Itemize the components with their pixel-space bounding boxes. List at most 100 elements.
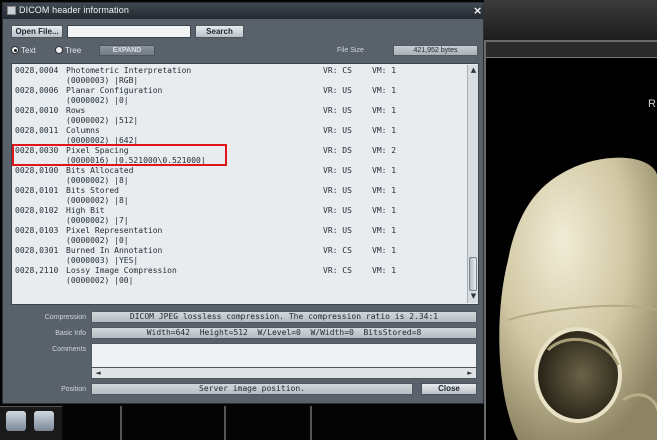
scroll-right-icon[interactable]: ► xyxy=(465,368,475,378)
text-radio-label: Text xyxy=(21,46,36,55)
name-cell: Rows xyxy=(66,106,86,115)
vm-cell: VM: 1 xyxy=(372,266,397,275)
position-label: Position xyxy=(61,386,86,393)
pixel-spacing-highlight-box xyxy=(12,144,227,166)
vr-cell: VR: US xyxy=(323,166,352,175)
name-cell: Photometric Interpretation xyxy=(66,66,192,75)
vr-cell: VR: US xyxy=(323,186,352,195)
header-row[interactable]: 0028,0011 Columns VR: US VM: 1 xyxy=(15,126,467,136)
header-row-value: (0000002) |00| xyxy=(15,276,467,286)
text-radio[interactable] xyxy=(11,46,19,54)
value-cell: (0000002) |512| xyxy=(66,116,139,125)
name-cell: Bits Stored xyxy=(66,186,119,195)
vm-cell: VM: 1 xyxy=(372,246,397,255)
scroll-down-icon[interactable]: ▼ xyxy=(469,292,478,301)
header-row[interactable]: 0028,0103 Pixel Representation VR: US VM: 1 xyxy=(15,226,467,236)
tree-radio-label: Tree xyxy=(65,46,82,55)
tool-icon-2[interactable] xyxy=(34,411,54,431)
header-row[interactable]: 0028,0101 Bits Stored VR: US VM: 1 xyxy=(15,186,467,196)
comments-horizontal-scrollbar[interactable]: ◄ ► xyxy=(91,367,477,379)
tool-icon-1[interactable] xyxy=(6,411,26,431)
vm-cell: VM: 1 xyxy=(372,106,397,115)
file-size-value: 421,952 bytes xyxy=(393,45,478,56)
vr-cell: VR: US xyxy=(323,86,352,95)
vm-cell: VM: 1 xyxy=(372,166,397,175)
header-row-value: (0000002) |512| xyxy=(15,116,467,126)
vr-cell: VR: CS xyxy=(323,266,352,275)
value-cell: (0000002) |7| xyxy=(66,216,129,225)
header-row[interactable]: 0028,0010 Rows VR: US VM: 1 xyxy=(15,106,467,116)
vr-cell: VR: US xyxy=(323,106,352,115)
header-row-value: (0000002) |7| xyxy=(15,216,467,226)
tag-cell: 0028,0100 xyxy=(15,166,59,175)
value-cell: (0000002) |8| xyxy=(66,176,129,185)
tag-cell: 0028,0301 xyxy=(15,246,59,255)
name-cell: Burned In Annotation xyxy=(66,246,163,255)
value-cell: (0000003) |RGB| xyxy=(66,76,139,85)
tag-cell: 0028,0004 xyxy=(15,66,59,75)
header-row[interactable]: 0028,0100 Bits Allocated VR: US VM: 1 xyxy=(15,166,467,176)
vm-cell: VM: 1 xyxy=(372,126,397,135)
close-button[interactable]: Close xyxy=(421,383,477,395)
name-cell: Bits Allocated xyxy=(66,166,134,175)
value-cell: (0000003) |YES| xyxy=(66,256,139,265)
expand-button[interactable]: EXPAND xyxy=(99,45,155,56)
header-rows: 0028,0004 Photometric Interpretation VR: C… xyxy=(15,66,467,286)
name-cell: Lossy Image Compression xyxy=(66,266,177,275)
vertical-scrollbar[interactable]: ▲ ▼ xyxy=(467,65,478,303)
search-button[interactable]: Search xyxy=(195,25,244,38)
vr-cell: VR: US xyxy=(323,126,352,135)
panel-divider xyxy=(120,406,122,440)
tag-cell: 0028,0011 xyxy=(15,126,59,135)
viewer-bottom-toolbar xyxy=(0,406,62,440)
file-size-label: File Size xyxy=(337,47,364,54)
vm-cell: VM: 1 xyxy=(372,86,397,95)
tag-cell: 0028,0102 xyxy=(15,206,59,215)
scroll-up-icon[interactable]: ▲ xyxy=(469,66,478,75)
open-file-button[interactable]: Open File... xyxy=(11,25,63,38)
header-text-list[interactable]: 0028,0004 Photometric Interpretation VR: C… xyxy=(11,63,479,305)
vm-cell: VM: 1 xyxy=(372,186,397,195)
header-row-value: (0000003) |YES| xyxy=(15,256,467,266)
header-row[interactable]: 0028,0004 Photometric Interpretation VR: C… xyxy=(15,66,467,76)
dialog-titlebar[interactable]: DICOM header information × xyxy=(3,3,483,19)
vr-cell: VR: US xyxy=(323,206,352,215)
tag-cell: 0028,0010 xyxy=(15,106,59,115)
scroll-thumb[interactable] xyxy=(469,257,477,291)
tree-radio[interactable] xyxy=(55,46,63,54)
name-cell: High Bit xyxy=(66,206,105,215)
vm-cell: VM: 1 xyxy=(372,226,397,235)
tag-cell: 0028,2110 xyxy=(15,266,59,275)
tag-cell: 0028,0101 xyxy=(15,186,59,195)
header-row-value: (0000002) |8| xyxy=(15,196,467,206)
vr-cell: VR: DS xyxy=(323,146,352,155)
scroll-left-icon[interactable]: ◄ xyxy=(93,368,103,378)
header-row-value: (0000002) |8| xyxy=(15,176,467,186)
tag-cell: 0028,0103 xyxy=(15,226,59,235)
vr-cell: VR: CS xyxy=(323,66,352,75)
value-cell: (0000002) |0| xyxy=(66,236,129,245)
value-cell: (0000002) |00| xyxy=(66,276,134,285)
close-icon[interactable]: × xyxy=(473,4,482,17)
search-input[interactable] xyxy=(67,25,191,38)
value-cell: (0000002) |8| xyxy=(66,196,129,205)
basic-info-label: Basic Info xyxy=(55,330,86,337)
vr-cell: VR: US xyxy=(323,226,352,235)
compression-value: DICOM JPEG lossless compression. The com… xyxy=(91,311,477,323)
panel-divider xyxy=(224,406,226,440)
header-row[interactable]: 0028,2110 Lossy Image Compression VR: CS VM… xyxy=(15,266,467,276)
orientation-marker: R xyxy=(648,98,656,110)
header-row-value: (0000002) |0| xyxy=(15,96,467,106)
name-cell: Columns xyxy=(66,126,100,135)
header-row[interactable]: 0028,0301 Burned In Annotation VR: CS VM: 1 xyxy=(15,246,467,256)
viewer-subbar xyxy=(486,42,657,58)
panel-divider xyxy=(310,406,312,440)
basic-info-value: Width=642 Height=512 W/Level=0 W/Width=0… xyxy=(91,327,477,339)
viewer-toolbar xyxy=(484,0,657,40)
app-icon xyxy=(7,6,16,15)
header-row[interactable]: 0028,0102 High Bit VR: US VM: 1 xyxy=(15,206,467,216)
header-row[interactable]: 0028,0006 Planar Configuration VR: US VM: 1 xyxy=(15,86,467,96)
name-cell: Pixel Representation xyxy=(66,226,163,235)
compression-label: Compression xyxy=(44,314,86,321)
dialog-title: DICOM header information xyxy=(19,5,129,15)
